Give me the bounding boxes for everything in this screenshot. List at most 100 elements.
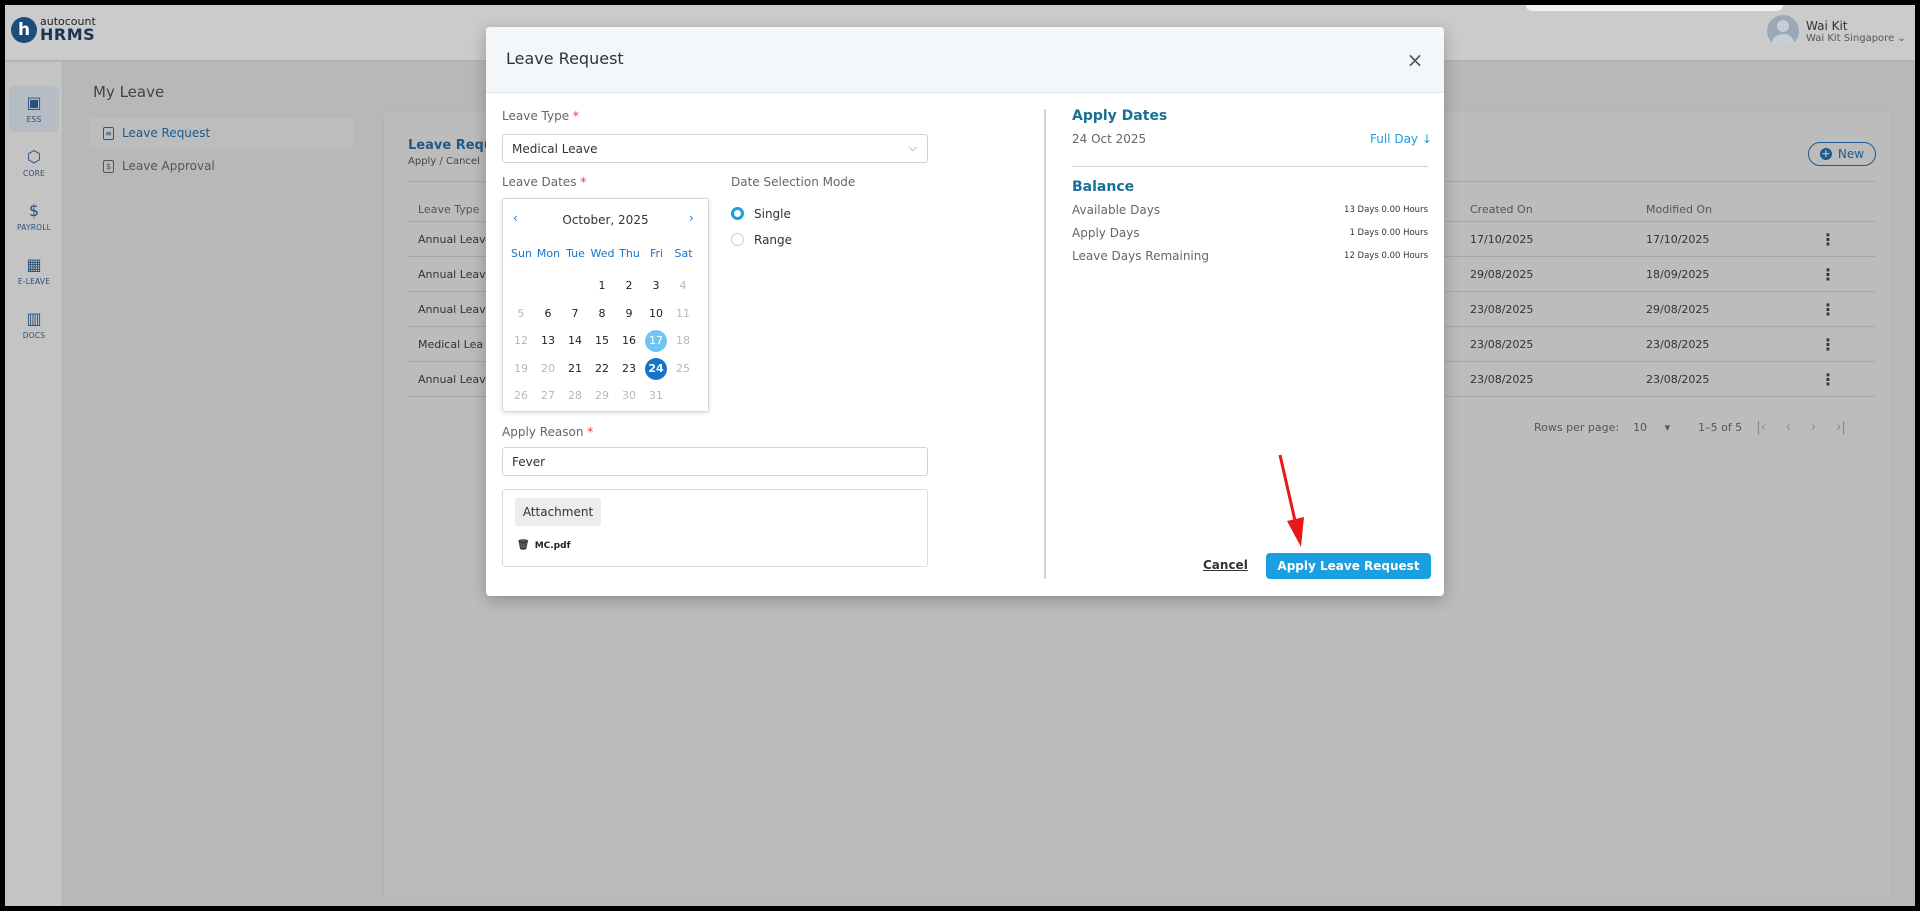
calendar-day: 27 (541, 389, 555, 402)
calendar-day[interactable]: 14 (564, 330, 586, 352)
last-page-icon[interactable]: ›| (1836, 420, 1846, 435)
calendar-day[interactable]: 10 (645, 303, 667, 325)
calendar-day: 28 (568, 389, 582, 402)
calendar-day: 18 (676, 334, 690, 347)
apply-leave-request-button[interactable]: Apply Leave Request (1266, 553, 1431, 579)
col-leave-type[interactable]: Leave Type (418, 203, 479, 216)
available-days-label: Available Days (1072, 203, 1161, 217)
logo-bottom-text: HRMS (40, 25, 96, 44)
sidebar: ▣ ESS ⬡ CORE $ PAYROLL ▦ E-LEAVE ▥ DOCS (5, 62, 63, 906)
dollar-doc-icon: $ (103, 159, 114, 173)
app-frame: h autocount HRMS Wai Kit Wai Kit Singapo… (5, 5, 1915, 906)
chart-doc-icon: ▥ (26, 308, 42, 328)
col-modified-on[interactable]: Modified On (1646, 203, 1712, 216)
calendar-day: 29 (595, 389, 609, 402)
calendar-day[interactable]: 13 (537, 330, 559, 352)
trash-icon[interactable]: 🗑 (517, 540, 530, 551)
leave-type-select[interactable]: Medical Leave ⌵ (502, 134, 928, 163)
col-created-on[interactable]: Created On (1470, 203, 1533, 216)
card-title: Leave Requ (408, 138, 494, 153)
calendar-day[interactable]: 6 (537, 303, 559, 325)
calendar-icon: ▦ (26, 254, 42, 274)
sidebar-item-ess[interactable]: ▣ ESS (9, 86, 59, 132)
kebab-menu-icon[interactable]: ⋮ (1820, 335, 1836, 354)
weekday-header: Sun (511, 247, 532, 260)
next-page-icon[interactable]: › (1811, 420, 1816, 435)
calendar-day: 25 (676, 361, 690, 375)
weekday-header: Thu (619, 247, 640, 260)
day-type-toggle[interactable]: Full Day ↓ (1370, 132, 1432, 146)
vertical-divider (1044, 109, 1046, 579)
subnav-leave-request[interactable]: ≡ Leave Request (89, 118, 354, 148)
kebab-menu-icon[interactable]: ⋮ (1820, 230, 1836, 249)
attachment-box: Attachment 🗑 MC.pdf (502, 489, 928, 567)
calendar-day[interactable]: 8 (591, 303, 613, 325)
user-name: Wai Kit (1806, 18, 1848, 33)
sidebar-item-payroll[interactable]: $ PAYROLL (9, 194, 59, 240)
next-month-icon[interactable]: › (689, 211, 694, 225)
range-radio[interactable] (731, 233, 744, 246)
calendar-day[interactable]: 23 (618, 358, 640, 380)
leave-type-label: Leave Type * (502, 109, 579, 123)
page-range: 1–5 of 5 (1698, 421, 1743, 434)
range-radio-label[interactable]: Range (754, 233, 792, 247)
calendar-day[interactable]: 7 (564, 303, 586, 325)
calendar-day[interactable]: 1 (591, 275, 613, 297)
weekday-header: Sat (674, 247, 693, 260)
first-page-icon[interactable]: |‹ (1756, 420, 1766, 435)
apply-days-value: 1 Days 0.00 Hours (1349, 228, 1428, 238)
sidebar-item-core[interactable]: ⬡ CORE (9, 140, 59, 186)
apply-date: 24 Oct 2025 (1072, 132, 1147, 146)
prev-page-icon[interactable]: ‹ (1786, 420, 1791, 435)
close-icon[interactable]: × (1406, 50, 1424, 70)
pagination: Rows per page: 10 ▾ 1–5 of 5 |‹ ‹ › ›| (1534, 420, 1866, 435)
user-company: Wai Kit Singapore ⌄ (1806, 32, 1906, 44)
search-bar-edge[interactable] (1526, 5, 1783, 11)
new-button[interactable]: + New (1808, 142, 1876, 166)
dollar-icon: $ (28, 200, 40, 220)
card-subtitle: Apply / Cancel (408, 156, 480, 167)
sidebar-item-docs[interactable]: ▥ DOCS (9, 302, 59, 348)
cancel-button[interactable]: Cancel (1203, 558, 1248, 572)
calendar-day: 12 (514, 334, 528, 347)
balance-title: Balance (1072, 179, 1135, 195)
date-picker: ‹ October, 2025 › Sun Mon Tue Wed Thu Fri Sat … (502, 198, 709, 412)
apply-reason-label: Apply Reason * (502, 425, 594, 439)
kebab-menu-icon[interactable]: ⋮ (1820, 370, 1836, 389)
calendar-day[interactable]: 9 (618, 303, 640, 325)
calendar-day: 5 (517, 306, 525, 320)
subnav-leave-approval[interactable]: $ Leave Approval (89, 151, 354, 181)
logo-mark-icon: h (11, 16, 37, 43)
calendar-day[interactable]: 22 (591, 358, 613, 380)
person-card-icon: ▣ (26, 92, 42, 112)
calendar-day: 4 (679, 279, 687, 292)
weekday-header: Fri (649, 247, 664, 260)
calendar-day[interactable]: 2 (618, 275, 640, 297)
app-logo[interactable]: h autocount HRMS (11, 16, 96, 43)
user-menu[interactable]: Wai Kit Wai Kit Singapore ⌄ (1767, 15, 1906, 47)
calendar-day: 26 (514, 389, 528, 402)
page-title: My Leave (93, 83, 165, 101)
calendar-day[interactable]: 3 (645, 275, 667, 297)
single-radio[interactable] (731, 207, 744, 220)
sidebar-item-e-leave[interactable]: ▦ E-LEAVE (9, 248, 59, 294)
calendar-day[interactable]: 16 (618, 330, 640, 352)
apply-reason-input[interactable]: Fever (502, 447, 928, 476)
calendar-day[interactable]: 21 (564, 358, 586, 380)
kebab-menu-icon[interactable]: ⋮ (1820, 265, 1836, 284)
attached-file: 🗑 MC.pdf (517, 540, 571, 551)
single-radio-label[interactable]: Single (754, 207, 791, 221)
calendar-day[interactable]: 24 (645, 357, 667, 380)
cube-icon: ⬡ (27, 146, 41, 166)
kebab-menu-icon[interactable]: ⋮ (1820, 300, 1836, 319)
rows-per-page-select[interactable]: 10 ▾ (1633, 421, 1684, 434)
calendar-day[interactable]: 17 (645, 330, 667, 352)
calendar-day[interactable]: 15 (591, 330, 613, 352)
attachment-button[interactable]: Attachment (515, 498, 601, 526)
dialog-header: Leave Request × (486, 27, 1444, 93)
weekday-header: Mon (536, 247, 561, 260)
chevron-down-icon: ⌄ (1897, 32, 1906, 44)
remaining-days-value: 12 Days 0.00 Hours (1344, 251, 1428, 261)
dialog-title: Leave Request (506, 49, 624, 68)
arrow-down-icon: ↓ (1421, 132, 1432, 146)
